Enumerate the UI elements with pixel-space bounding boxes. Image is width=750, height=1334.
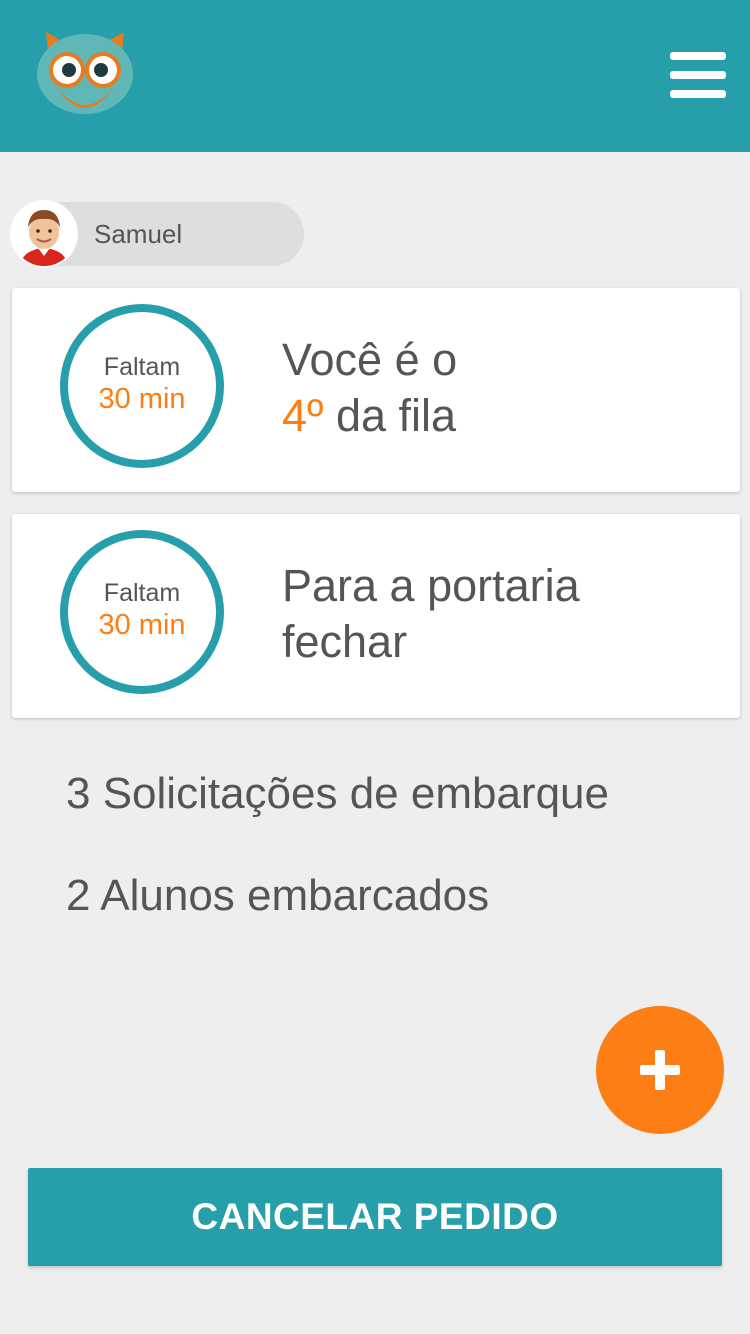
queue-line-1: Você é o	[282, 334, 458, 385]
timer-label: Faltam	[103, 353, 181, 381]
add-request-button[interactable]	[596, 1006, 724, 1134]
menu-bar	[670, 71, 726, 79]
menu-bar	[670, 52, 726, 60]
timer-label: Faltam	[103, 579, 181, 607]
queue-line-2-rest: da fila	[323, 390, 457, 441]
hamburger-menu-icon[interactable]	[670, 52, 726, 98]
user-chip[interactable]: Samuel	[12, 202, 304, 266]
gate-closing-text: Para a portaria fechar	[282, 558, 580, 670]
gate-closing-card: Faltam 30 min Para a portaria fechar	[12, 514, 740, 718]
boarding-requests-count: 3 Solicitações de embarque	[66, 769, 609, 818]
owl-logo-icon	[34, 24, 136, 116]
queue-line-2: 4º da fila	[282, 388, 457, 444]
user-avatar	[12, 202, 76, 266]
gate-line-1: Para a portaria	[282, 560, 580, 611]
menu-bar	[670, 90, 726, 98]
user-name: Samuel	[94, 219, 183, 249]
queue-position-card: Faltam 30 min Você é o 4º da fila	[12, 288, 740, 492]
app-header	[0, 0, 750, 152]
queue-position-text: Você é o 4º da fila	[282, 332, 457, 444]
timer-value: 30 min	[98, 609, 186, 641]
timer-value: 30 min	[98, 383, 186, 415]
plus-icon	[640, 1050, 680, 1090]
cancel-request-button[interactable]: CANCELAR PEDIDO	[28, 1168, 722, 1266]
boarded-students-count: 2 Alunos embarcados	[66, 871, 490, 920]
queue-position-number: 4º	[282, 390, 324, 441]
gate-timer-ring: Faltam 30 min	[60, 530, 224, 694]
queue-timer-ring: Faltam 30 min	[60, 304, 224, 468]
gate-line-2: fechar	[282, 616, 408, 667]
